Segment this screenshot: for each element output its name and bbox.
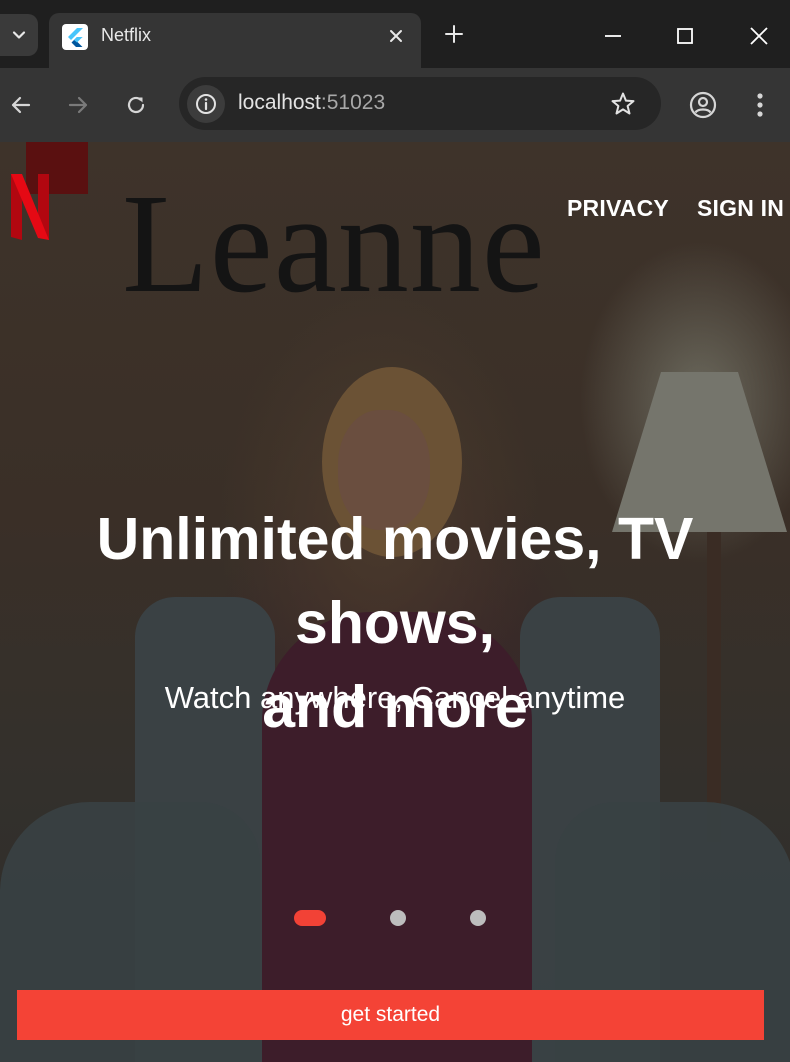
star-icon xyxy=(611,92,635,115)
forward-button[interactable] xyxy=(62,89,94,121)
url-text[interactable]: localhost:51023 xyxy=(238,91,385,115)
carousel-dot-2[interactable] xyxy=(390,910,406,926)
chevron-down-icon xyxy=(12,31,26,39)
info-icon xyxy=(196,94,216,114)
close-icon xyxy=(750,27,768,45)
more-vert-icon xyxy=(757,93,763,117)
back-button[interactable] xyxy=(5,89,37,121)
flutter-icon xyxy=(62,24,88,50)
browser-tab[interactable]: Netflix xyxy=(49,13,421,68)
bookmark-button[interactable] xyxy=(608,89,638,119)
nav-link-sign-in[interactable]: SIGN IN xyxy=(697,195,784,222)
get-started-button[interactable]: get started xyxy=(17,990,764,1040)
browser-toolbar: localhost:51023 xyxy=(0,68,790,142)
maximize-icon xyxy=(677,28,693,44)
site-info-button[interactable] xyxy=(187,85,225,123)
maximize-button[interactable] xyxy=(665,18,705,54)
hero-headline-line-1: Unlimited movies, TV shows, xyxy=(96,506,694,656)
url-port: :51023 xyxy=(320,91,386,114)
hero-subheadline: Watch anywhere, Cancel anytime xyxy=(164,680,626,715)
browser-tabstrip: Netflix xyxy=(0,0,790,68)
plus-icon xyxy=(445,25,463,43)
close-window-button[interactable] xyxy=(739,18,779,54)
address-bar[interactable]: localhost:51023 xyxy=(179,77,661,130)
reload-button[interactable] xyxy=(120,89,152,121)
close-icon xyxy=(390,30,402,42)
netflix-logo[interactable] xyxy=(11,174,49,240)
profile-icon xyxy=(689,91,717,119)
url-host: localhost xyxy=(238,91,321,114)
landing-page: Leanne PRIVACY SIGN IN Unlimited movies,… xyxy=(0,142,790,1062)
close-tab-button[interactable] xyxy=(383,23,409,49)
minimize-button[interactable] xyxy=(593,18,633,54)
tab-search-button[interactable] xyxy=(0,14,38,56)
tab-title: Netflix xyxy=(101,25,152,45)
minimize-icon xyxy=(605,35,621,37)
reload-icon xyxy=(127,96,145,114)
poster-title: Leanne xyxy=(122,164,546,322)
new-tab-button[interactable] xyxy=(440,20,468,48)
arrow-right-icon xyxy=(68,96,88,114)
arrow-left-icon xyxy=(11,96,31,114)
nav-link-privacy[interactable]: PRIVACY xyxy=(567,195,669,222)
carousel-dot-3[interactable] xyxy=(470,910,486,926)
carousel-dot-1[interactable] xyxy=(294,910,326,926)
profile-button[interactable] xyxy=(687,89,719,121)
browser-menu-button[interactable] xyxy=(744,89,776,121)
